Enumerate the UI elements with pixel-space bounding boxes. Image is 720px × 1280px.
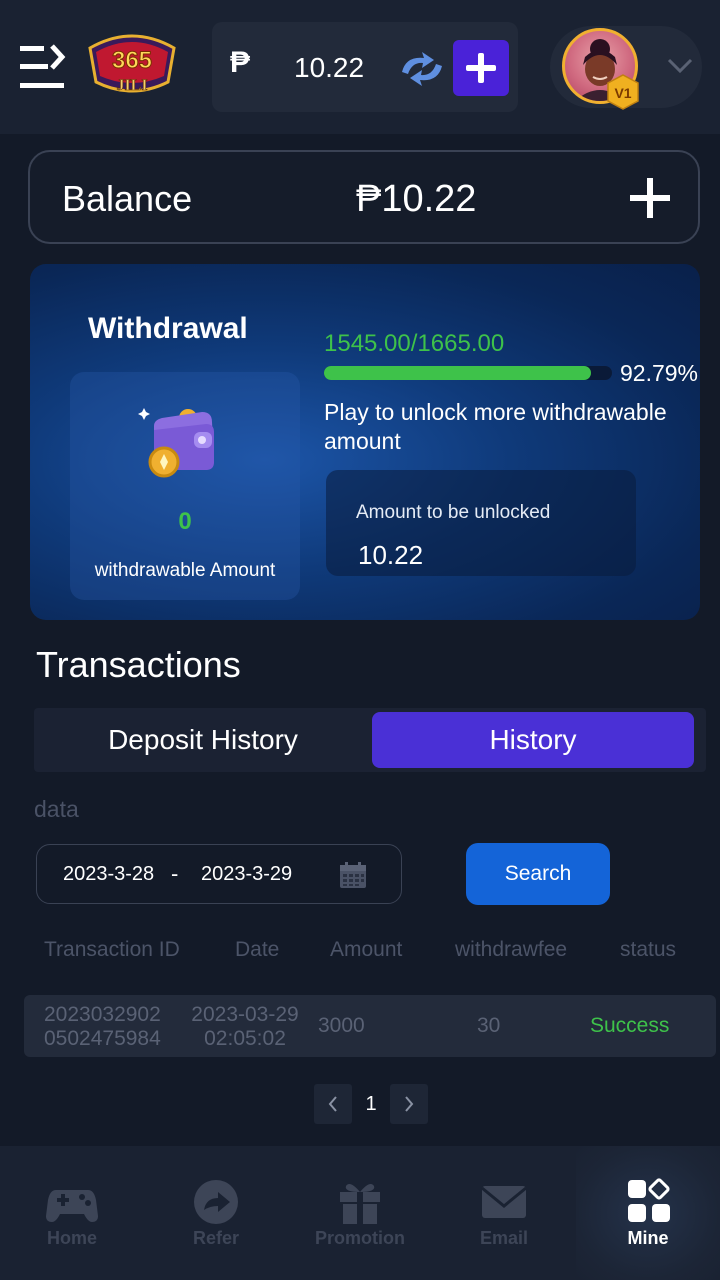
nav-label-refer: Refer xyxy=(192,1228,240,1248)
vip-level-badge-icon: V1 xyxy=(607,74,639,110)
nav-item-promotion[interactable]: Promotion xyxy=(288,1146,432,1280)
withdrawable-panel: 0 withdrawable Amount xyxy=(70,372,300,600)
wallet-amount: 10.22 xyxy=(294,52,365,83)
profile-menu[interactable]: V1 xyxy=(550,26,702,110)
apps-icon xyxy=(628,1178,670,1222)
unlock-amount-label: Amount to be unlocked xyxy=(356,502,551,523)
date-range-picker[interactable]: 2023-3-28 - 2023-3-29 xyxy=(36,844,402,904)
date-separator: - xyxy=(171,861,179,886)
nav-item-email[interactable]: Email xyxy=(432,1146,576,1280)
tab-history[interactable]: History xyxy=(372,712,694,768)
gift-icon xyxy=(340,1184,380,1224)
transactions-title: Transactions xyxy=(36,644,241,685)
deposit-plus-button[interactable] xyxy=(453,40,509,96)
currency-symbol: ₱ xyxy=(230,46,251,79)
column-header-withdrawfee: withdrawfee xyxy=(455,938,568,961)
share-icon xyxy=(194,1180,238,1224)
nav-label-mine: Mine xyxy=(627,1228,669,1248)
wallet-icon xyxy=(138,408,214,478)
wager-progress-percent: 92.79% xyxy=(620,360,699,386)
svg-text:JILI: JILI xyxy=(116,77,147,94)
transaction-date-line1: 2023-03-29 xyxy=(191,1003,299,1026)
nav-item-mine[interactable]: Mine xyxy=(576,1146,720,1280)
column-header-transaction-id: Transaction ID xyxy=(44,938,180,961)
chevron-left-icon xyxy=(328,1096,337,1112)
menu-icon[interactable] xyxy=(18,40,70,94)
top-bar: 365 JILI ₱ 10.22 V1 xyxy=(0,0,720,134)
wager-progress-bar xyxy=(324,366,612,380)
wallet-balance-box: ₱ 10.22 xyxy=(212,22,518,112)
prev-page-button[interactable] xyxy=(314,1084,352,1124)
unlock-message: Play to unlock more withdrawable amount xyxy=(324,399,667,454)
table-row[interactable]: 2023032902 0502475984 2023-03-29 02:05:0… xyxy=(24,995,716,1057)
nav-label-home: Home xyxy=(46,1228,97,1248)
withdrawable-amount-value: 0 xyxy=(178,508,192,535)
svg-text:365: 365 xyxy=(112,47,152,74)
next-page-button[interactable] xyxy=(390,1084,428,1124)
transaction-amount-cell: 3000 xyxy=(318,1014,365,1037)
tab-deposit-history[interactable]: Deposit History xyxy=(34,712,372,768)
transaction-id-line2: 0502475984 xyxy=(44,1027,161,1050)
unlock-amount-box: Amount to be unlocked 10.22 xyxy=(326,470,636,576)
withdrawal-title: Withdrawal xyxy=(88,312,248,345)
add-balance-button[interactable] xyxy=(630,178,670,218)
date-end[interactable]: 2023-3-29 xyxy=(201,863,292,886)
svg-text:V1: V1 xyxy=(614,85,631,101)
column-header-date: Date xyxy=(235,938,280,961)
wager-progress-text: 1545.00/1665.00 xyxy=(324,330,505,357)
transaction-date-line2: 02:05:02 xyxy=(204,1027,286,1050)
column-header-status: status xyxy=(620,938,677,961)
transaction-status-cell: Success xyxy=(590,1014,670,1037)
bottom-nav: Home Refer Promotion Email Mine xyxy=(0,1146,720,1280)
nav-item-refer[interactable]: Refer xyxy=(144,1146,288,1280)
mail-icon xyxy=(481,1186,527,1218)
withdrawable-amount-label: withdrawable Amount xyxy=(94,560,276,581)
filter-data-label: data xyxy=(34,796,79,822)
balance-value: ₱10.22 xyxy=(356,178,477,220)
calendar-icon[interactable] xyxy=(339,861,367,889)
withdrawal-card: Withdrawal 0 withdrawable Amount 1545.00… xyxy=(30,264,700,620)
transaction-id-cell: 2023032902 0502475984 xyxy=(44,1003,174,1051)
nav-label-promotion: Promotion xyxy=(315,1228,405,1248)
chevron-right-icon xyxy=(405,1096,414,1112)
refresh-icon[interactable] xyxy=(398,50,446,88)
search-button[interactable]: Search xyxy=(466,843,610,905)
nav-label-email: Email xyxy=(479,1228,529,1248)
balance-label: Balance xyxy=(62,178,193,219)
transaction-id-line1: 2023032902 xyxy=(44,1003,161,1026)
transaction-date-cell: 2023-03-29 02:05:02 xyxy=(180,1003,310,1051)
unlock-amount-value: 10.22 xyxy=(358,540,424,570)
current-page-number[interactable]: 1 xyxy=(352,1084,390,1124)
transaction-tabs: Deposit History History xyxy=(34,708,706,772)
nav-item-home[interactable]: Home xyxy=(0,1146,144,1280)
balance-card: Balance ₱10.22 xyxy=(28,150,700,244)
jili-logo[interactable]: 365 JILI xyxy=(82,30,182,100)
wager-progress-fill xyxy=(324,366,592,380)
pagination: 1 xyxy=(312,1084,430,1124)
gamepad-icon xyxy=(46,1190,98,1222)
column-header-amount: Amount xyxy=(330,938,403,961)
date-start[interactable]: 2023-3-28 xyxy=(63,863,154,886)
transaction-fee-cell: 30 xyxy=(477,1014,501,1037)
chevron-down-icon[interactable] xyxy=(666,56,694,76)
